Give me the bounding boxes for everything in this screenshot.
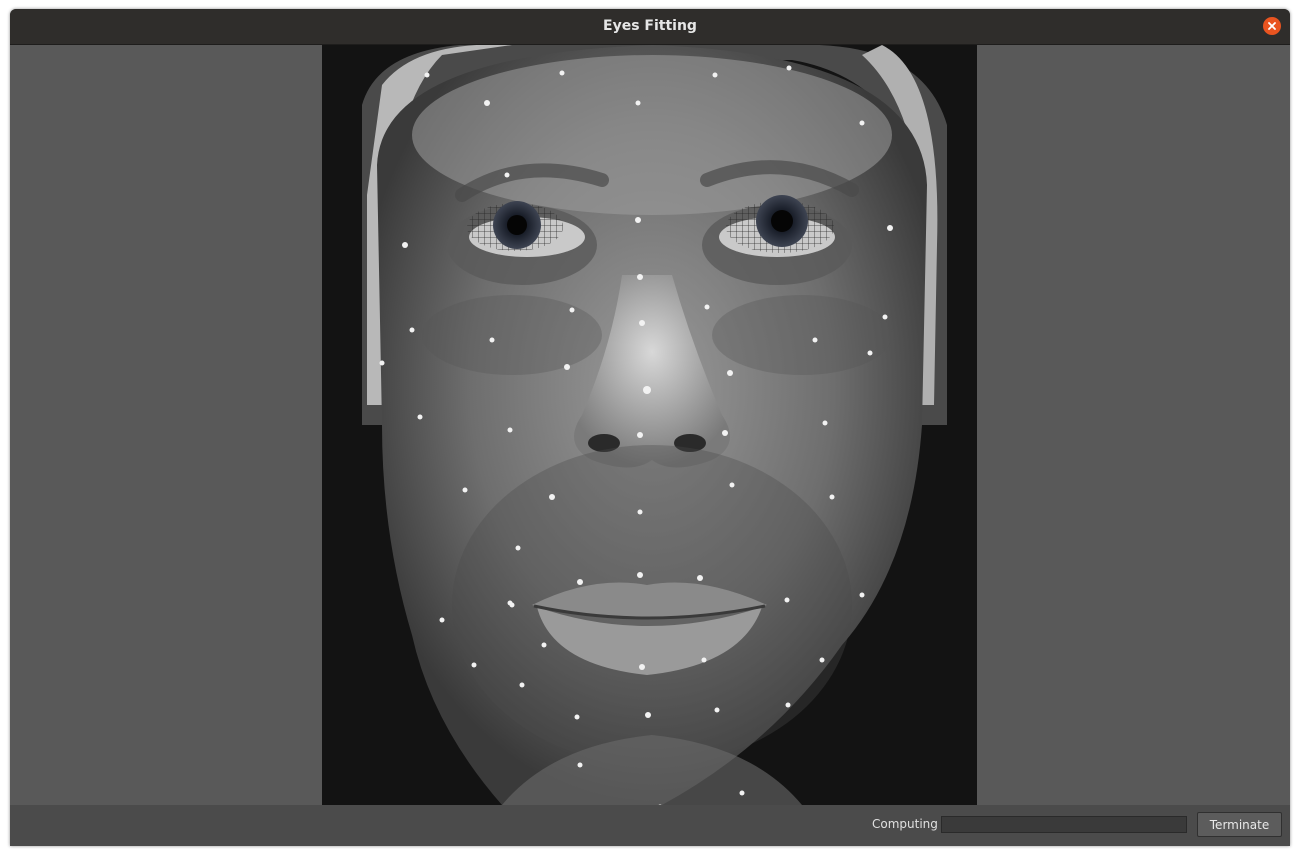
title-bar: Eyes Fitting (10, 9, 1290, 45)
face-photo-graphic (322, 43, 977, 810)
image-viewer (10, 43, 1290, 810)
status-bar: Computing Terminate (10, 805, 1290, 846)
window-title: Eyes Fitting (603, 18, 697, 34)
face-photo (322, 43, 977, 810)
close-icon (1268, 22, 1276, 30)
close-button[interactable] (1263, 17, 1281, 35)
status-label: Computing (872, 817, 938, 831)
progress-bar (941, 816, 1187, 833)
eyes-fitting-window: Eyes Fitting Computing Terminate (10, 9, 1290, 846)
terminate-button[interactable]: Terminate (1197, 812, 1282, 837)
